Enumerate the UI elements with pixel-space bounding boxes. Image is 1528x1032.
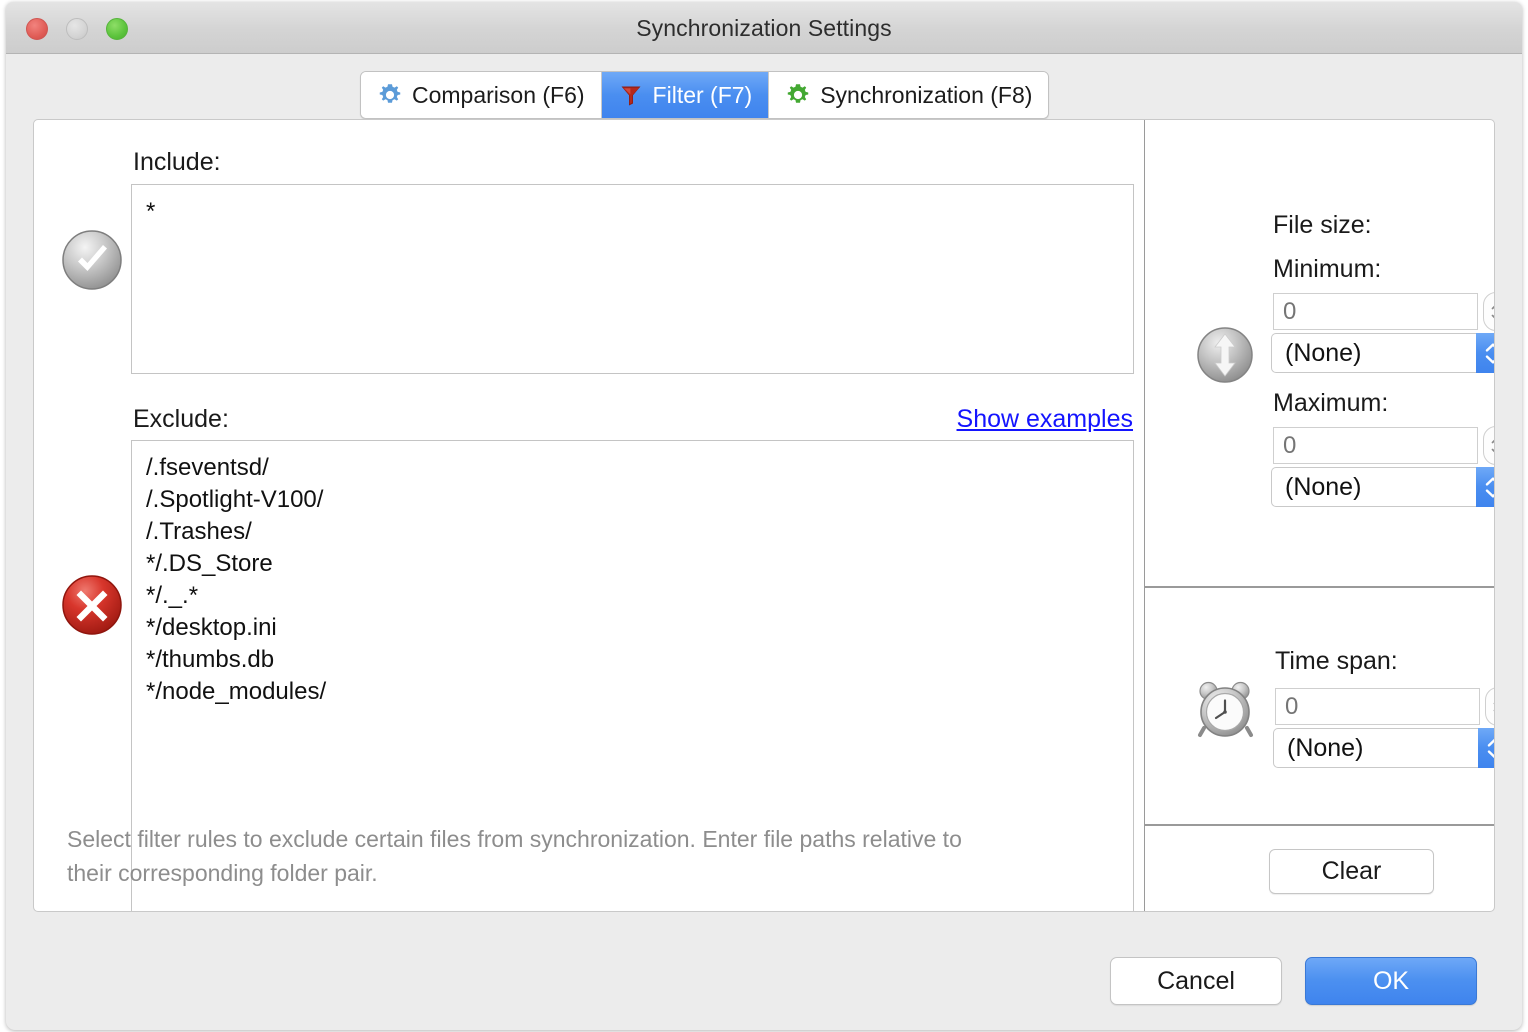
tab-bar: Comparison (F6) Filter (F7) Synchronizat… — [360, 71, 1049, 119]
file-size-label: File size: — [1273, 211, 1372, 240]
maximum-size-input[interactable] — [1273, 427, 1478, 464]
show-examples-link[interactable]: Show examples — [957, 405, 1133, 434]
ok-button[interactable]: OK — [1305, 957, 1477, 1005]
tab-comparison-label: Comparison (F6) — [412, 82, 585, 109]
funnel-icon — [618, 82, 644, 108]
size-and-time-pane: File size: Minimum: (None) Maximum: — [1145, 120, 1495, 912]
window-title: Synchronization Settings — [6, 15, 1522, 42]
include-textarea[interactable]: * — [131, 184, 1134, 374]
minimum-size-stepper[interactable] — [1483, 292, 1495, 331]
filter-hint-text: Select filter rules to exclude certain f… — [67, 822, 997, 890]
time-span-stepper[interactable] — [1485, 687, 1495, 726]
maximum-label: Maximum: — [1273, 389, 1388, 418]
time-span-unit-value: (None) — [1273, 728, 1478, 768]
exclude-label: Exclude: — [133, 405, 229, 434]
tab-synchronization-label: Synchronization (F8) — [820, 82, 1032, 109]
time-span-unit-select[interactable]: (None) — [1273, 728, 1495, 768]
time-span-input[interactable] — [1275, 688, 1480, 725]
checkmark-icon — [60, 228, 124, 297]
green-gear-icon — [785, 82, 811, 108]
maximum-size-row — [1273, 426, 1495, 465]
synchronization-settings-window: Synchronization Settings Comparison (F6)… — [6, 2, 1522, 1030]
minimum-size-input[interactable] — [1273, 293, 1478, 330]
up-down-arrows-icon — [1195, 325, 1255, 390]
tab-filter-label: Filter (F7) — [653, 82, 753, 109]
maximum-unit-value: (None) — [1271, 467, 1476, 507]
chevron-updown-icon — [1476, 333, 1495, 373]
clear-button[interactable]: Clear — [1269, 849, 1434, 894]
maximum-size-stepper[interactable] — [1483, 426, 1495, 465]
minimum-unit-value: (None) — [1271, 333, 1476, 373]
maximum-unit-select[interactable]: (None) — [1271, 467, 1495, 507]
section-divider-bottom — [1145, 824, 1495, 826]
minimum-size-row — [1273, 292, 1495, 331]
alarm-clock-icon — [1195, 678, 1257, 745]
section-divider-top — [1145, 586, 1495, 588]
tab-comparison[interactable]: Comparison (F6) — [361, 72, 602, 118]
minimum-unit-select[interactable]: (None) — [1271, 333, 1495, 373]
tab-synchronization[interactable]: Synchronization (F8) — [769, 72, 1048, 118]
tab-filter[interactable]: Filter (F7) — [602, 72, 770, 118]
red-x-icon — [60, 573, 124, 642]
filter-rules-pane: Include: * Exclude: Sh — [34, 120, 1144, 912]
include-label: Include: — [133, 148, 221, 177]
blue-gear-icon — [377, 82, 403, 108]
title-bar: Synchronization Settings — [6, 2, 1522, 54]
chevron-updown-icon — [1478, 728, 1495, 768]
time-span-label: Time span: — [1275, 647, 1398, 676]
cancel-button[interactable]: Cancel — [1110, 957, 1282, 1005]
minimum-label: Minimum: — [1273, 255, 1381, 284]
chevron-updown-icon — [1476, 467, 1495, 507]
settings-content-panel: Include: * Exclude: Sh — [33, 119, 1495, 912]
time-span-row — [1275, 687, 1495, 726]
